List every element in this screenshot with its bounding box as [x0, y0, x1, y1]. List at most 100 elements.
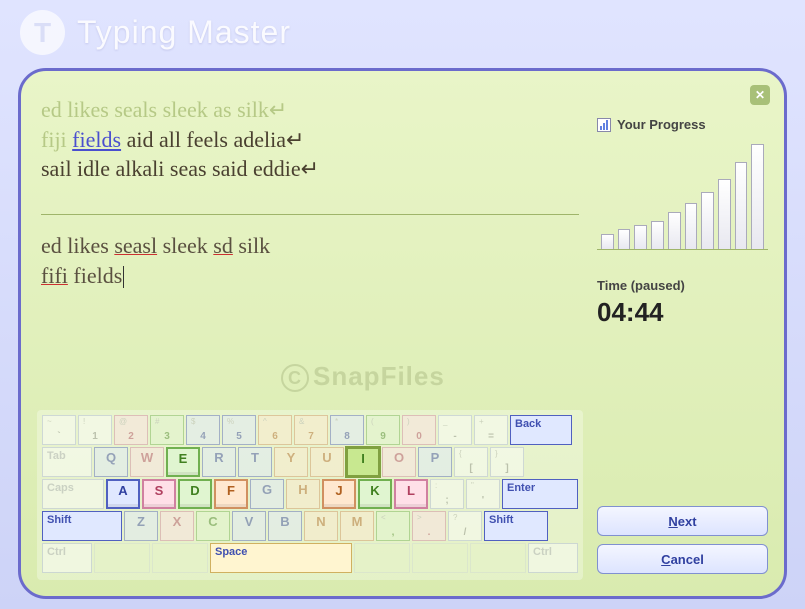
key-E[interactable]: E	[166, 447, 200, 477]
source-line1-done: ed likes seals sleek as silk	[41, 97, 269, 122]
lesson-area: ed likes seals sleek as silk↵ fiji field…	[37, 87, 583, 580]
key-B[interactable]: B	[268, 511, 302, 541]
app-header: T Typing Master	[0, 0, 805, 65]
sidebar: Your Progress Time (paused) 04:44 Next C…	[597, 87, 768, 580]
typed-seg: silk	[233, 233, 270, 258]
progress-bar	[718, 179, 731, 249]
key-capslock[interactable]: Caps	[42, 479, 104, 509]
text-cursor	[123, 266, 124, 288]
key-Y[interactable]: Y	[274, 447, 308, 477]
close-button[interactable]: ✕	[750, 85, 770, 105]
key-row-1: ~`!1@2#3$4%5^6&7*8(9)0_-+=Back	[42, 415, 578, 445]
main-panel: ✕ ed likes seals sleek as silk↵ fiji fie…	[18, 68, 787, 599]
key-ctrl-right[interactable]: Ctrl	[528, 543, 578, 573]
key-shift-left[interactable]: Shift	[42, 511, 122, 541]
typed-error: sd	[213, 233, 233, 258]
button-bar: Next Cancel	[597, 506, 768, 580]
key-space[interactable]: Space	[210, 543, 352, 573]
key-K[interactable]: K	[358, 479, 392, 509]
key-}[interactable]: }]	[490, 447, 524, 477]
key-O[interactable]: O	[382, 447, 416, 477]
key-F[interactable]: F	[214, 479, 248, 509]
key-blank[interactable]	[412, 543, 468, 573]
key-backspace[interactable]: Back	[510, 415, 572, 445]
key-?[interactable]: ?/	[448, 511, 482, 541]
key-G[interactable]: G	[250, 479, 284, 509]
key-{[interactable]: {[	[454, 447, 488, 477]
return-icon: ↵	[286, 127, 304, 152]
key-blank[interactable]	[152, 543, 208, 573]
progress-bar	[685, 203, 698, 249]
key-=[interactable]: +=	[474, 415, 508, 445]
next-button[interactable]: Next	[597, 506, 768, 536]
key-:[interactable]: :;	[430, 479, 464, 509]
key-J[interactable]: J	[322, 479, 356, 509]
key-Z[interactable]: Z	[124, 511, 158, 541]
key-R[interactable]: R	[202, 447, 236, 477]
key-1[interactable]: !1	[78, 415, 112, 445]
key->[interactable]: >.	[412, 511, 446, 541]
key-8[interactable]: *8	[330, 415, 364, 445]
key-<[interactable]: <,	[376, 511, 410, 541]
key-3[interactable]: #3	[150, 415, 184, 445]
virtual-keyboard: ~`!1@2#3$4%5^6&7*8(9)0_-+=Back TabQWERTY…	[37, 410, 583, 580]
typed-error: fifi	[41, 263, 68, 288]
progress-bar	[634, 225, 647, 249]
progress-bar	[751, 144, 764, 249]
return-icon: ↵	[269, 97, 287, 122]
key-D[interactable]: D	[178, 479, 212, 509]
key-V[interactable]: V	[232, 511, 266, 541]
key-shift-right[interactable]: Shift	[484, 511, 548, 541]
key-blank[interactable]	[354, 543, 410, 573]
key-enter[interactable]: Enter	[502, 479, 578, 509]
key-M[interactable]: M	[340, 511, 374, 541]
key-9[interactable]: (9	[366, 415, 400, 445]
bar-chart-icon	[597, 118, 611, 132]
key-row-3: CapsASDFGHJKL:;"'Enter	[42, 479, 578, 509]
typed-seg: ed likes	[41, 233, 114, 258]
key-T[interactable]: T	[238, 447, 272, 477]
typed-seg: sleek	[157, 233, 213, 258]
key-W[interactable]: W	[130, 447, 164, 477]
key-blank[interactable]	[94, 543, 150, 573]
key-`[interactable]: ~`	[42, 415, 76, 445]
progress-bar	[618, 229, 631, 249]
time-value: 04:44	[597, 297, 768, 328]
key-N[interactable]: N	[304, 511, 338, 541]
cancel-button[interactable]: Cancel	[597, 544, 768, 574]
key-row-2: TabQWERTYUIOP{[}]	[42, 447, 578, 477]
key-P[interactable]: P	[418, 447, 452, 477]
key-4[interactable]: $4	[186, 415, 220, 445]
key-A[interactable]: A	[106, 479, 140, 509]
typed-error: seasl	[114, 233, 157, 258]
key-Q[interactable]: Q	[94, 447, 128, 477]
progress-chart	[597, 140, 768, 250]
typed-text[interactable]: ed likes seasl sleek sd silk fifi fields	[41, 231, 579, 291]
key-0[interactable]: )0	[402, 415, 436, 445]
source-line3: sail idle alkali seas said eddie	[41, 156, 301, 181]
watermark: CSnapFiles	[281, 361, 445, 392]
key-I[interactable]: I	[346, 447, 380, 477]
key-U[interactable]: U	[310, 447, 344, 477]
time-label: Time (paused)	[597, 278, 768, 293]
key-S[interactable]: S	[142, 479, 176, 509]
text-area: ed likes seals sleek as silk↵ fiji field…	[37, 87, 583, 299]
key-tab[interactable]: Tab	[42, 447, 92, 477]
key-blank[interactable]	[470, 543, 526, 573]
key-7[interactable]: &7	[294, 415, 328, 445]
key-6[interactable]: ^6	[258, 415, 292, 445]
divider	[41, 214, 579, 215]
progress-label: Your Progress	[597, 117, 768, 132]
key-"[interactable]: "'	[466, 479, 500, 509]
key-5[interactable]: %5	[222, 415, 256, 445]
key-L[interactable]: L	[394, 479, 428, 509]
key--[interactable]: _-	[438, 415, 472, 445]
key-ctrl-left[interactable]: Ctrl	[42, 543, 92, 573]
key-2[interactable]: @2	[114, 415, 148, 445]
progress-bar	[735, 162, 748, 249]
key-C[interactable]: C	[196, 511, 230, 541]
key-H[interactable]: H	[286, 479, 320, 509]
app-title: Typing Master	[77, 14, 291, 51]
progress-bar	[701, 192, 714, 249]
key-X[interactable]: X	[160, 511, 194, 541]
